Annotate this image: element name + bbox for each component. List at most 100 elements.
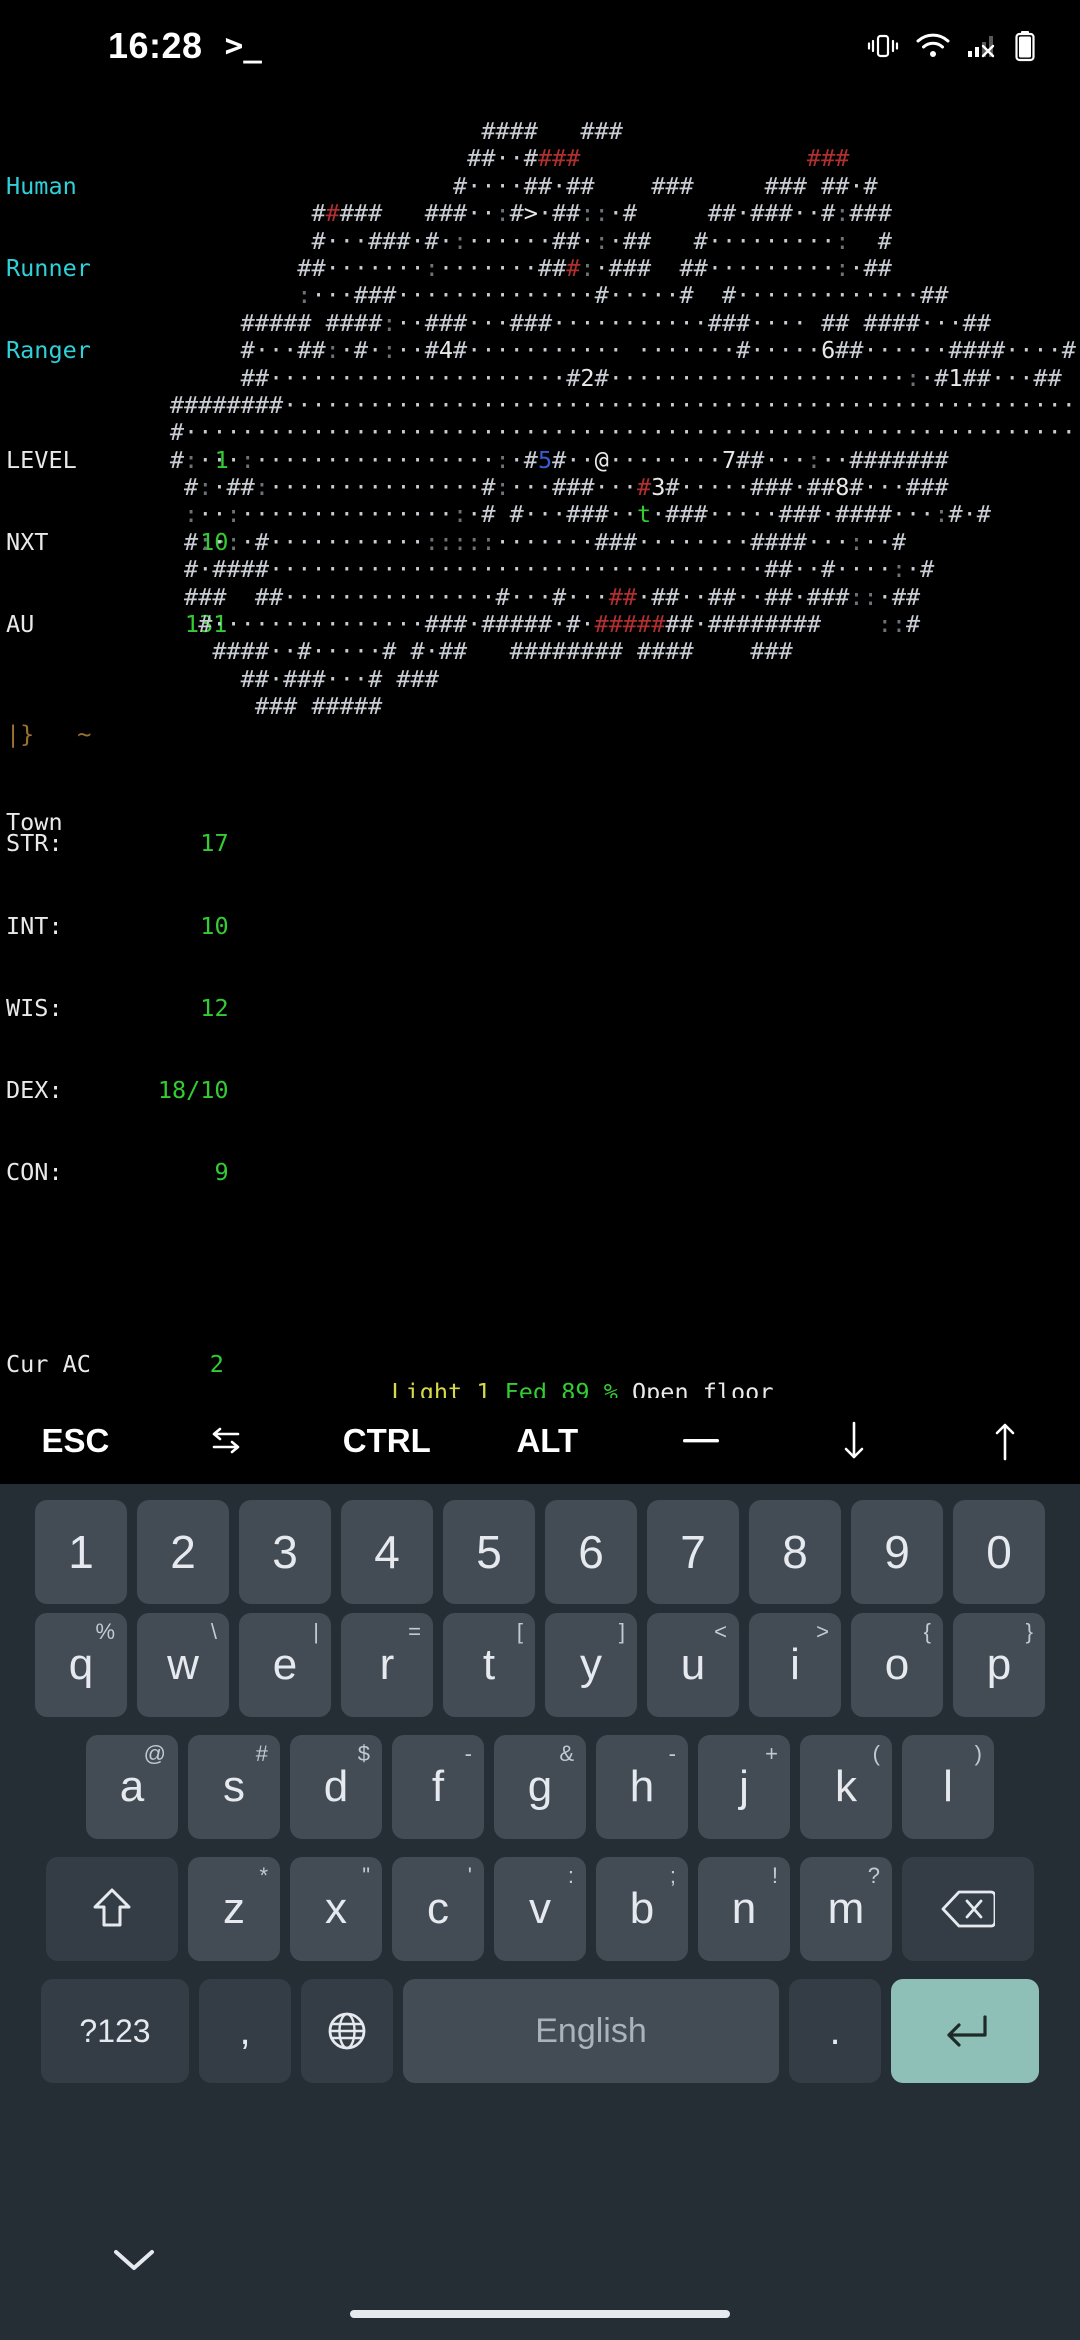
key-i[interactable]: > i bbox=[749, 1613, 841, 1717]
key-a[interactable]: @ a bbox=[86, 1735, 178, 1839]
arrow-up-icon bbox=[992, 1420, 1018, 1462]
esc-key[interactable]: ESC bbox=[0, 1398, 151, 1484]
map-floor: · bbox=[467, 281, 482, 310]
map-floor: · bbox=[835, 445, 850, 474]
map-floor: · bbox=[481, 308, 496, 337]
key-p[interactable]: } p bbox=[953, 1613, 1045, 1717]
key-z[interactable]: * z bbox=[188, 1857, 280, 1961]
period-key[interactable]: . bbox=[789, 1979, 881, 2083]
map-floor: · bbox=[651, 418, 666, 447]
map-wall: # bbox=[976, 363, 991, 392]
arrow-down-key[interactable] bbox=[778, 1398, 929, 1484]
map-glyph bbox=[57, 637, 71, 665]
map-glyph bbox=[170, 692, 184, 720]
key-d[interactable]: $ d bbox=[290, 1735, 382, 1839]
map-wall: # bbox=[920, 555, 935, 584]
language-switch-key[interactable] bbox=[301, 1979, 393, 2083]
map-wall: # bbox=[863, 171, 878, 200]
chevron-down-icon[interactable] bbox=[108, 2242, 160, 2280]
map-floor: · bbox=[934, 336, 949, 365]
key-j-label: j bbox=[739, 1762, 749, 1811]
key-r[interactable]: = r bbox=[341, 1613, 433, 1717]
key-0[interactable]: 0 bbox=[953, 1500, 1045, 1604]
key-t[interactable]: [t bbox=[443, 1613, 535, 1717]
key-7[interactable]: 7 bbox=[647, 1500, 739, 1604]
map-glyph bbox=[170, 473, 184, 501]
map-rubble: : bbox=[877, 610, 892, 639]
key-j[interactable]: + j bbox=[698, 1735, 790, 1839]
key-5[interactable]: 5 bbox=[443, 1500, 535, 1604]
comma-key[interactable]: , bbox=[199, 1979, 291, 2083]
key-s[interactable]: # s bbox=[188, 1735, 280, 1839]
map-glyph bbox=[0, 391, 14, 419]
map-wall: # bbox=[778, 500, 793, 529]
symbols-key[interactable]: ?123 bbox=[41, 1979, 189, 2083]
key-l[interactable]: ) l bbox=[902, 1735, 994, 1839]
map-glyph bbox=[57, 473, 71, 501]
key-c[interactable]: ' c bbox=[392, 1857, 484, 1961]
map-wall: # bbox=[877, 445, 892, 474]
shift-key[interactable] bbox=[46, 1857, 178, 1961]
key-4[interactable]: 4 bbox=[341, 1500, 433, 1604]
map-floor: · bbox=[438, 281, 453, 310]
key-h[interactable]: -h bbox=[596, 1735, 688, 1839]
map-glyph bbox=[212, 254, 226, 282]
key-g[interactable]: & g bbox=[494, 1735, 586, 1839]
key-e[interactable]: | e bbox=[239, 1613, 331, 1717]
key-6[interactable]: 6 bbox=[545, 1500, 637, 1604]
map-wall: # bbox=[821, 199, 836, 228]
key-o[interactable]: {o bbox=[851, 1613, 943, 1717]
map-glyph bbox=[708, 144, 722, 172]
key-y[interactable]: ] y bbox=[545, 1613, 637, 1717]
key-b[interactable]: ; b bbox=[596, 1857, 688, 1961]
map-floor: · bbox=[509, 281, 524, 310]
key-x[interactable]: " x bbox=[290, 1857, 382, 1961]
dungeon-map[interactable]: #### ### ##··#### ### #····##·## ### ###… bbox=[0, 117, 1080, 721]
key-f[interactable]: -f bbox=[392, 1735, 484, 1839]
backspace-key[interactable] bbox=[902, 1857, 1034, 1961]
map-floor: · bbox=[283, 637, 298, 666]
map-floor: · bbox=[891, 500, 906, 529]
arrow-up-key[interactable] bbox=[929, 1398, 1080, 1484]
map-floor: · bbox=[821, 418, 836, 447]
map-glyph bbox=[311, 172, 325, 200]
alt-key[interactable]: ALT bbox=[472, 1398, 623, 1484]
shop-entrance-4: 4 bbox=[438, 336, 453, 365]
map-glyph bbox=[156, 391, 170, 419]
map-wall: # bbox=[353, 281, 369, 310]
tab-key[interactable] bbox=[151, 1398, 302, 1484]
terminal-game-view[interactable]: Human Runner Ranger LEVEL 1 NXT 10 AU 131 |… bbox=[0, 92, 1080, 1398]
map-glyph bbox=[651, 227, 665, 255]
map-glyph bbox=[779, 144, 793, 172]
on-screen-keyboard[interactable]: 1234567890 % q \ w | e = r[t] y < u > i{o} p @ a # s $ d - f… bbox=[0, 1484, 1080, 2340]
map-floor: · bbox=[962, 500, 977, 529]
enter-key[interactable] bbox=[891, 1979, 1039, 2083]
key-8[interactable]: 8 bbox=[749, 1500, 841, 1604]
map-wall: # bbox=[721, 610, 737, 639]
key-k[interactable]: (k bbox=[800, 1735, 892, 1839]
map-glyph bbox=[623, 637, 637, 665]
key-1[interactable]: 1 bbox=[35, 1500, 127, 1604]
map-glyph bbox=[142, 610, 156, 638]
key-v[interactable]: :v bbox=[494, 1857, 586, 1961]
key-m[interactable]: ? m bbox=[800, 1857, 892, 1961]
minus-key[interactable] bbox=[623, 1398, 779, 1484]
map-glyph bbox=[864, 610, 878, 638]
map-glyph bbox=[99, 528, 113, 556]
key-q[interactable]: % q bbox=[35, 1613, 127, 1717]
map-wall: # bbox=[863, 308, 878, 337]
key-h-secondary: - bbox=[668, 1741, 676, 1766]
space-key[interactable]: English bbox=[403, 1979, 779, 2083]
map-wall: # bbox=[806, 610, 822, 639]
key-w[interactable]: \ w bbox=[137, 1613, 229, 1717]
map-glyph bbox=[85, 692, 99, 720]
map-glyph bbox=[85, 446, 99, 474]
map-wall: # bbox=[764, 527, 779, 556]
key-3[interactable]: 3 bbox=[239, 1500, 331, 1604]
map-wall: # bbox=[594, 281, 609, 310]
ctrl-key[interactable]: CTRL bbox=[302, 1398, 472, 1484]
key-2[interactable]: 2 bbox=[137, 1500, 229, 1604]
key-9[interactable]: 9 bbox=[851, 1500, 943, 1604]
key-u[interactable]: < u bbox=[647, 1613, 739, 1717]
key-n[interactable]: ! n bbox=[698, 1857, 790, 1961]
